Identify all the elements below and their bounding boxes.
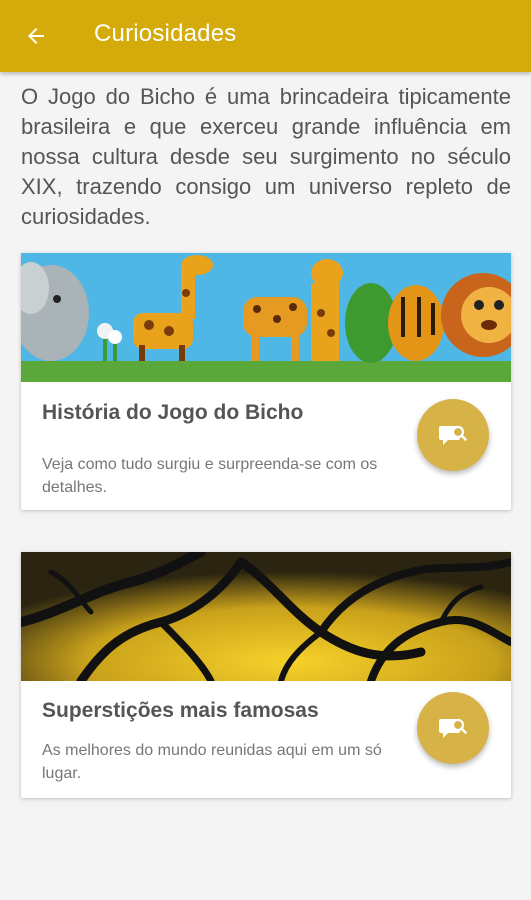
card-title: História do Jogo do Bicho: [42, 401, 304, 424]
arrow-left-icon: [28, 28, 44, 44]
open-superstitions-button[interactable]: [417, 692, 489, 764]
back-button[interactable]: [14, 16, 58, 56]
card-image-animals: [21, 253, 511, 382]
page-title: Curiosidades: [94, 20, 237, 47]
chat-search-icon: [439, 425, 467, 445]
card-image-branches: [21, 552, 511, 681]
card-superstitions[interactable]: Superstições mais famosas As melhores do…: [21, 552, 511, 798]
intro-text: O Jogo do Bicho é uma brincadeira tipica…: [21, 84, 511, 229]
card-title: Superstições mais famosas: [42, 699, 319, 722]
open-history-button[interactable]: [417, 399, 489, 471]
card-description: Veja como tudo surgiu e surpreenda-se co…: [42, 456, 378, 496]
chat-search-icon: [439, 718, 467, 738]
app-screen: Curiosidades O Jogo do Bicho é uma brinc…: [0, 0, 531, 900]
card-description: As melhores do mundo reunidas aqui em um…: [42, 742, 382, 782]
card-history[interactable]: História do Jogo do Bicho Veja como tudo…: [21, 253, 511, 510]
app-bar: Curiosidades: [0, 0, 531, 72]
